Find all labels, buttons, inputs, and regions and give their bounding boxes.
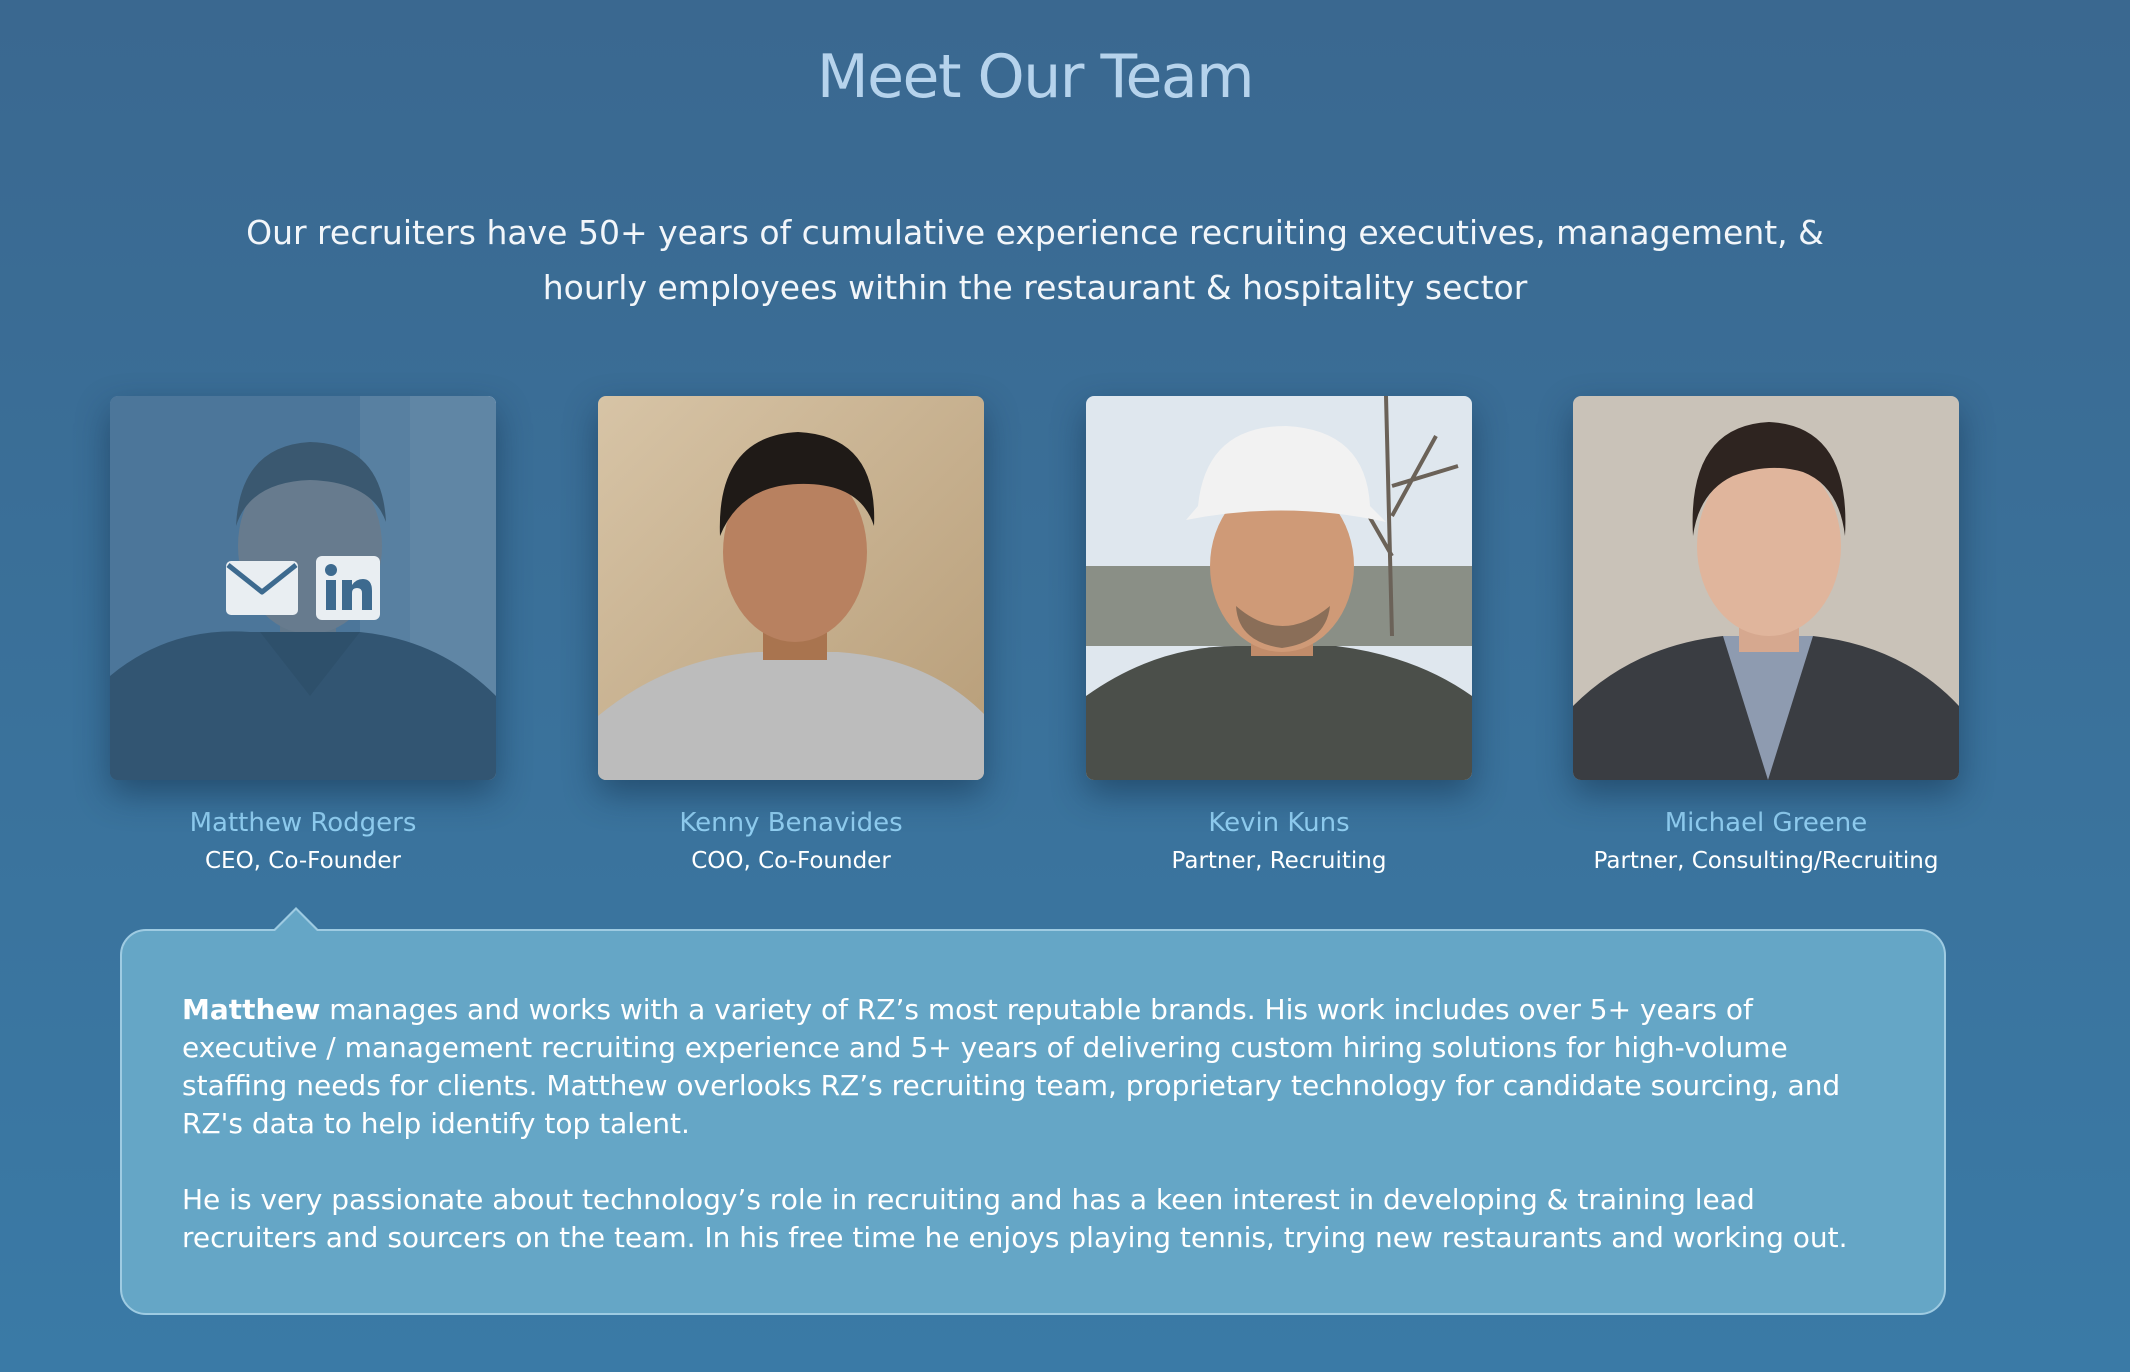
team-member-role: Partner, Recruiting: [1171, 848, 1387, 874]
team-member-kenny-benavides[interactable]: Kenny Benavides COO, Co-Founder: [598, 396, 984, 876]
portrait-photo: [1573, 396, 1959, 780]
linkedin-icon[interactable]: [315, 555, 381, 621]
team-member-photo[interactable]: [110, 396, 496, 780]
team-member-photo[interactable]: [1086, 396, 1472, 780]
team-member-name: Michael Greene: [1664, 808, 1868, 838]
team-member-name: Kenny Benavides: [679, 808, 903, 838]
bio-paragraph-1-text: manages and works with a variety of RZ’s…: [182, 993, 1841, 1140]
team-member-name: Matthew Rodgers: [189, 808, 417, 838]
social-overlay: [110, 396, 496, 780]
team-member-michael-greene[interactable]: Michael Greene Partner, Consulting/Recru…: [1573, 396, 1959, 876]
team-member-photo[interactable]: [1573, 396, 1959, 780]
bio-paragraph-2: He is very passionate about technology’s…: [182, 1183, 1848, 1254]
team-member-role: Partner, Consulting/Recruiting: [1593, 848, 1939, 874]
bio-pointer-arrow: [272, 907, 320, 932]
team-member-role: CEO, Co-Founder: [204, 848, 402, 874]
page-title: Meet Our Team: [816, 42, 1255, 112]
team-member-photo[interactable]: [598, 396, 984, 780]
bio-paragraph-1: Matthew manages and works with a variety…: [182, 991, 1886, 1143]
team-member-matthew-rodgers[interactable]: Matthew Rodgers CEO, Co-Founder: [110, 396, 496, 876]
team-member-kevin-kuns[interactable]: Kevin Kuns Partner, Recruiting: [1086, 396, 1472, 876]
portrait-photo: [1086, 396, 1472, 780]
team-member-name: Kevin Kuns: [1208, 808, 1350, 838]
portrait-photo: [598, 396, 984, 780]
email-icon[interactable]: [225, 560, 299, 616]
bio-panel: Matthew manages and works with a variety…: [120, 907, 1946, 1315]
bio-lead-name: Matthew: [182, 993, 321, 1026]
team-intro: Our recruiters have 50+ years of cumulat…: [246, 213, 1824, 307]
team-member-role: COO, Co-Founder: [691, 848, 891, 874]
